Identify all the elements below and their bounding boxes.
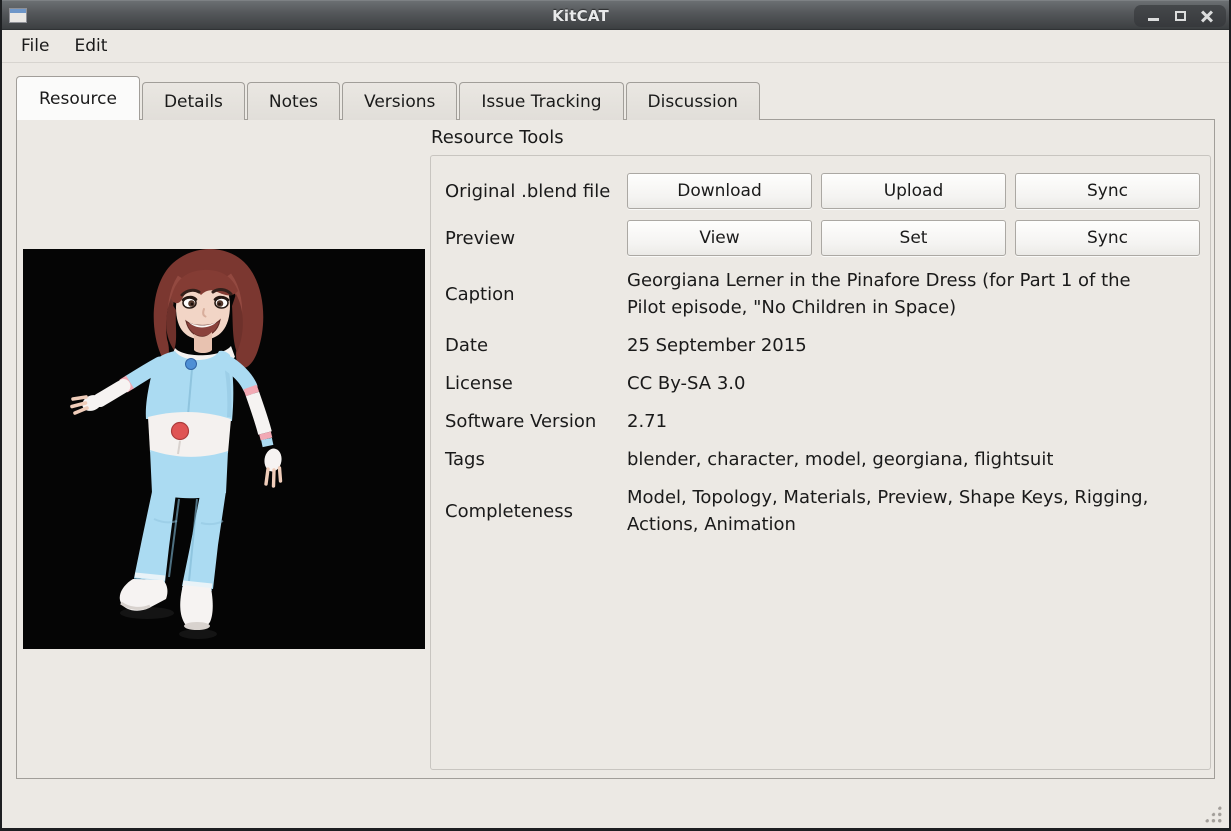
tab-notes[interactable]: Notes [247,82,340,120]
maximize-icon [1175,11,1186,21]
app-window: KitCAT File Edit Resource Details Notes … [0,0,1231,831]
field-label: Software Version [445,411,627,432]
field-label: Caption [445,284,627,305]
license-value: CC By-SA 3.0 [627,370,1157,397]
tab-details[interactable]: Details [142,82,245,120]
resource-tab-panel: Resource Tools Original .blend file Down… [16,119,1215,779]
close-button[interactable] [1198,8,1216,24]
field-row-preview: Preview View Set Sync [445,220,1196,256]
menu-bar: File Edit [2,30,1229,63]
set-button[interactable]: Set [821,220,1006,256]
field-row-caption: Caption Georgiana Lerner in the Pinafore… [445,267,1196,321]
titlebar[interactable]: KitCAT [2,0,1229,30]
window-controls [1134,5,1226,27]
resource-tools-pane: Resource Tools Original .blend file Down… [430,120,1214,778]
upload-button[interactable]: Upload [821,173,1006,209]
caption-value: Georgiana Lerner in the Pinafore Dress (… [627,267,1157,321]
minimize-button[interactable] [1144,8,1162,24]
character-preview-image [23,249,425,649]
software-version-value: 2.71 [627,408,1157,435]
tags-value: blender, character, model, georgiana, fl… [627,446,1157,473]
content-area: Resource Details Notes Versions Issue Tr… [2,63,1229,828]
field-label: Original .blend file [445,181,627,202]
date-value: 25 September 2015 [627,332,1157,359]
sync-preview-button[interactable]: Sync [1015,220,1200,256]
menu-file[interactable]: File [20,34,50,58]
field-label: Preview [445,228,627,249]
field-row-tags: Tags blender, character, model, georgian… [445,446,1196,473]
field-row-license: License CC By-SA 3.0 [445,370,1196,397]
tab-versions[interactable]: Versions [342,82,457,120]
window-title: KitCAT [27,7,1134,25]
window-menu-icon[interactable] [9,8,27,23]
minimize-icon [1148,18,1159,21]
download-button[interactable]: Download [627,173,812,209]
maximize-button[interactable] [1171,8,1189,24]
field-row-completeness: Completeness Model, Topology, Materials,… [445,484,1196,538]
tab-issue-tracking[interactable]: Issue Tracking [459,82,623,120]
tab-resource[interactable]: Resource [16,76,140,120]
preview-pane [17,120,430,778]
sync-blend-button[interactable]: Sync [1015,173,1200,209]
tab-discussion[interactable]: Discussion [626,82,760,120]
menu-edit[interactable]: Edit [73,34,108,58]
resource-tools-title: Resource Tools [430,125,1211,155]
field-row-date: Date 25 September 2015 [445,332,1196,359]
field-label: Completeness [445,501,627,522]
field-label: License [445,373,627,394]
field-row-blend-file: Original .blend file Download Upload Syn… [445,173,1196,209]
view-button[interactable]: View [627,220,812,256]
field-label: Tags [445,449,627,470]
completeness-value: Model, Topology, Materials, Preview, Sha… [627,484,1157,538]
tab-bar: Resource Details Notes Versions Issue Tr… [16,76,1215,120]
resource-tools-group: Original .blend file Download Upload Syn… [430,155,1211,770]
field-row-software-version: Software Version 2.71 [445,408,1196,435]
field-label: Date [445,335,627,356]
